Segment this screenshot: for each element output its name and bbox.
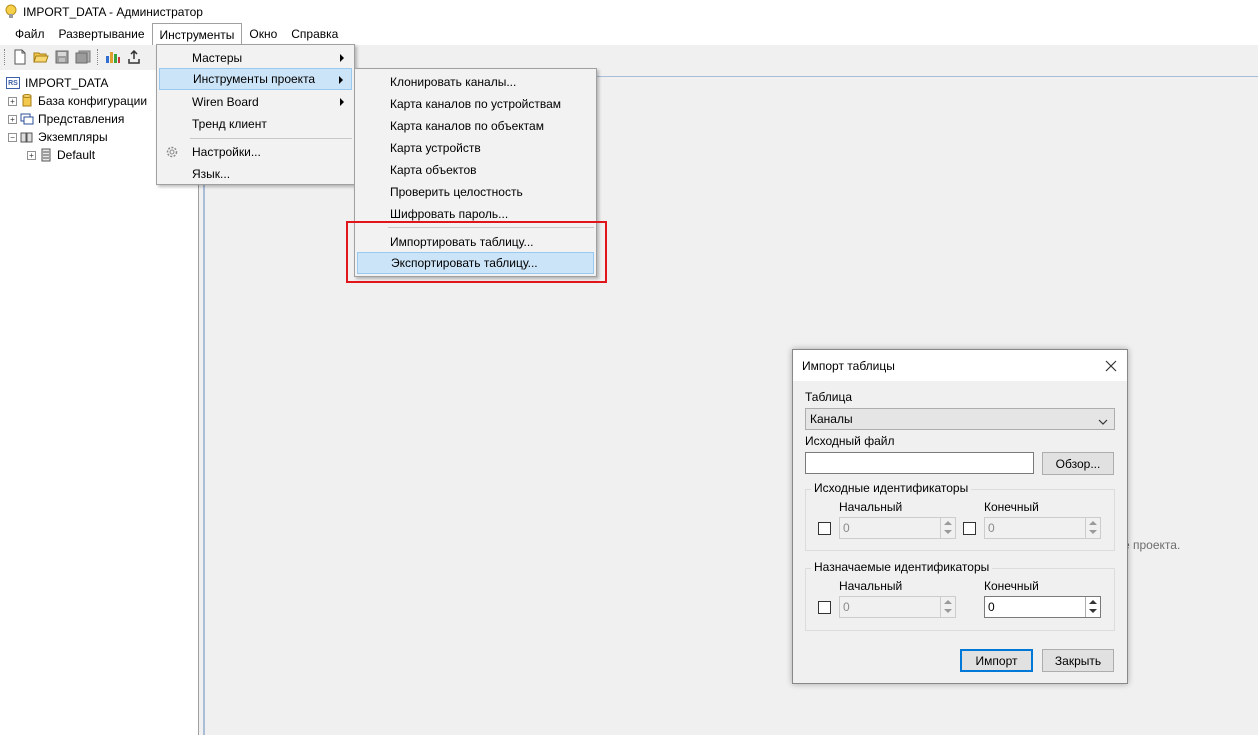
submenu-arrow-icon (340, 54, 344, 62)
spinner-value: 0 (988, 521, 995, 535)
menu-deploy[interactable]: Развертывание (52, 23, 152, 45)
import-button[interactable]: Импорт (960, 649, 1033, 672)
table-label: Таблица (805, 390, 853, 404)
tree-item-views[interactable]: + Представления (8, 110, 124, 128)
menu-item-label: Тренд клиент (192, 117, 267, 131)
submenu-arrow-icon (339, 76, 343, 84)
expand-plus-icon[interactable]: + (8, 96, 17, 106)
menu-item-label: Настройки... (192, 145, 261, 159)
source-start-label: Начальный (839, 500, 903, 514)
source-end-checkbox[interactable] (963, 522, 976, 535)
source-start-checkbox[interactable] (818, 522, 831, 535)
spinner-arrows[interactable] (940, 518, 955, 538)
server-icon (39, 148, 53, 162)
target-start-spinner[interactable]: 0 (839, 596, 956, 618)
menu-item-label: Мастеры (192, 51, 243, 65)
toolbar-grip[interactable] (4, 49, 7, 65)
target-start-checkbox[interactable] (818, 601, 831, 614)
browse-button[interactable]: Обзор... (1042, 452, 1114, 475)
menu-item-project-tools[interactable]: Инструменты проекта (159, 68, 352, 90)
open-folder-icon[interactable] (32, 48, 50, 66)
instances-icon (20, 130, 34, 144)
menu-help[interactable]: Справка (284, 23, 345, 45)
menu-item-language[interactable]: Язык... (159, 163, 352, 185)
source-file-input[interactable] (805, 452, 1034, 474)
spinner-value: 0 (988, 600, 995, 614)
expand-plus-icon[interactable]: + (27, 150, 36, 160)
tree-root-label: IMPORT_DATA (25, 76, 109, 90)
menu-window[interactable]: Окно (242, 23, 284, 45)
menu-tools[interactable]: Инструменты (151, 23, 243, 45)
spinner-arrows[interactable] (940, 597, 955, 617)
menu-item-settings[interactable]: Настройки... (159, 141, 352, 163)
source-end-label: Конечный (984, 500, 1039, 514)
target-end-spinner[interactable]: 0 (984, 596, 1101, 618)
menu-item-wizards[interactable]: Мастеры (159, 47, 352, 69)
menu-item-trend-client[interactable]: Тренд клиент (159, 113, 352, 135)
spinner-value: 0 (843, 600, 850, 614)
expand-plus-icon[interactable]: + (8, 114, 17, 124)
menu-item-wiren-board[interactable]: Wiren Board (159, 91, 352, 113)
tree-item-default[interactable]: + Default (27, 146, 95, 164)
new-file-icon[interactable] (11, 48, 29, 66)
import-table-dialog: Импорт таблицы Таблица Каналы Исходный ф… (792, 349, 1128, 684)
save-all-icon[interactable] (74, 48, 92, 66)
table-select-value: Каналы (810, 412, 853, 426)
spinner-arrows[interactable] (1085, 597, 1100, 617)
source-start-spinner[interactable]: 0 (839, 517, 956, 539)
tools-menu: Мастеры Инструменты проекта Wiren Board … (156, 44, 355, 185)
database-icon (20, 94, 34, 108)
background-hint-text: е проекта. (1123, 538, 1181, 552)
menu-bar: Файл Развертывание Инструменты Окно Спра… (0, 23, 1258, 45)
menu-item-label: Инструменты проекта (193, 72, 316, 86)
views-icon (20, 112, 34, 126)
close-button[interactable]: Закрыть (1042, 649, 1114, 672)
title-bar: IMPORT_DATA - Администратор (0, 0, 1258, 23)
project-badge-icon: RS (6, 77, 20, 89)
target-ids-title: Назначаемые идентификаторы (811, 560, 993, 574)
annotation-highlight-box (346, 221, 607, 283)
chart-icon[interactable] (104, 48, 122, 66)
menu-separator (190, 138, 352, 139)
gear-icon (165, 145, 179, 159)
dialog-title-bar: Импорт таблицы (793, 350, 1127, 381)
tree-root[interactable]: RS IMPORT_DATA (6, 74, 108, 92)
menu-item-channel-map-devices[interactable]: Карта каналов по устройствам (357, 93, 594, 115)
menu-item-check-integrity[interactable]: Проверить целостность (357, 181, 594, 203)
menu-file[interactable]: Файл (8, 23, 52, 45)
table-select[interactable]: Каналы (805, 408, 1115, 430)
save-icon[interactable] (53, 48, 71, 66)
tree-item-instances[interactable]: − Экземпляры (8, 128, 108, 146)
spinner-arrows[interactable] (1085, 518, 1100, 538)
dialog-title: Импорт таблицы (802, 358, 895, 373)
tree-item-config-db[interactable]: + База конфигурации (8, 92, 147, 110)
tree-item-label: База конфигурации (38, 94, 148, 108)
target-end-label: Конечный (984, 579, 1039, 593)
menu-item-channel-map-objects[interactable]: Карта каналов по объектам (357, 115, 594, 137)
collapse-minus-icon[interactable]: − (8, 132, 17, 142)
target-start-label: Начальный (839, 579, 903, 593)
menu-item-label: Язык... (192, 167, 231, 181)
chevron-down-icon (1098, 415, 1108, 429)
submenu-arrow-icon (340, 98, 344, 106)
menu-item-device-map[interactable]: Карта устройств (357, 137, 594, 159)
lightbulb-icon (5, 4, 17, 20)
close-icon[interactable] (1101, 356, 1121, 376)
tree-item-label: Default (57, 148, 96, 162)
menu-item-label: Wiren Board (192, 95, 259, 109)
toolbar-separator (97, 49, 100, 65)
tree-item-label: Представления (38, 112, 125, 126)
menu-item-clone-channels[interactable]: Клонировать каналы... (357, 71, 594, 93)
source-ids-title: Исходные идентификаторы (811, 481, 972, 495)
upload-icon[interactable] (125, 48, 143, 66)
window-title: IMPORT_DATA - Администратор (23, 4, 203, 19)
tree-item-label: Экземпляры (38, 130, 108, 144)
source-file-label: Исходный файл (805, 434, 895, 448)
menu-item-object-map[interactable]: Карта объектов (357, 159, 594, 181)
source-end-spinner[interactable]: 0 (984, 517, 1101, 539)
spinner-value: 0 (843, 521, 850, 535)
